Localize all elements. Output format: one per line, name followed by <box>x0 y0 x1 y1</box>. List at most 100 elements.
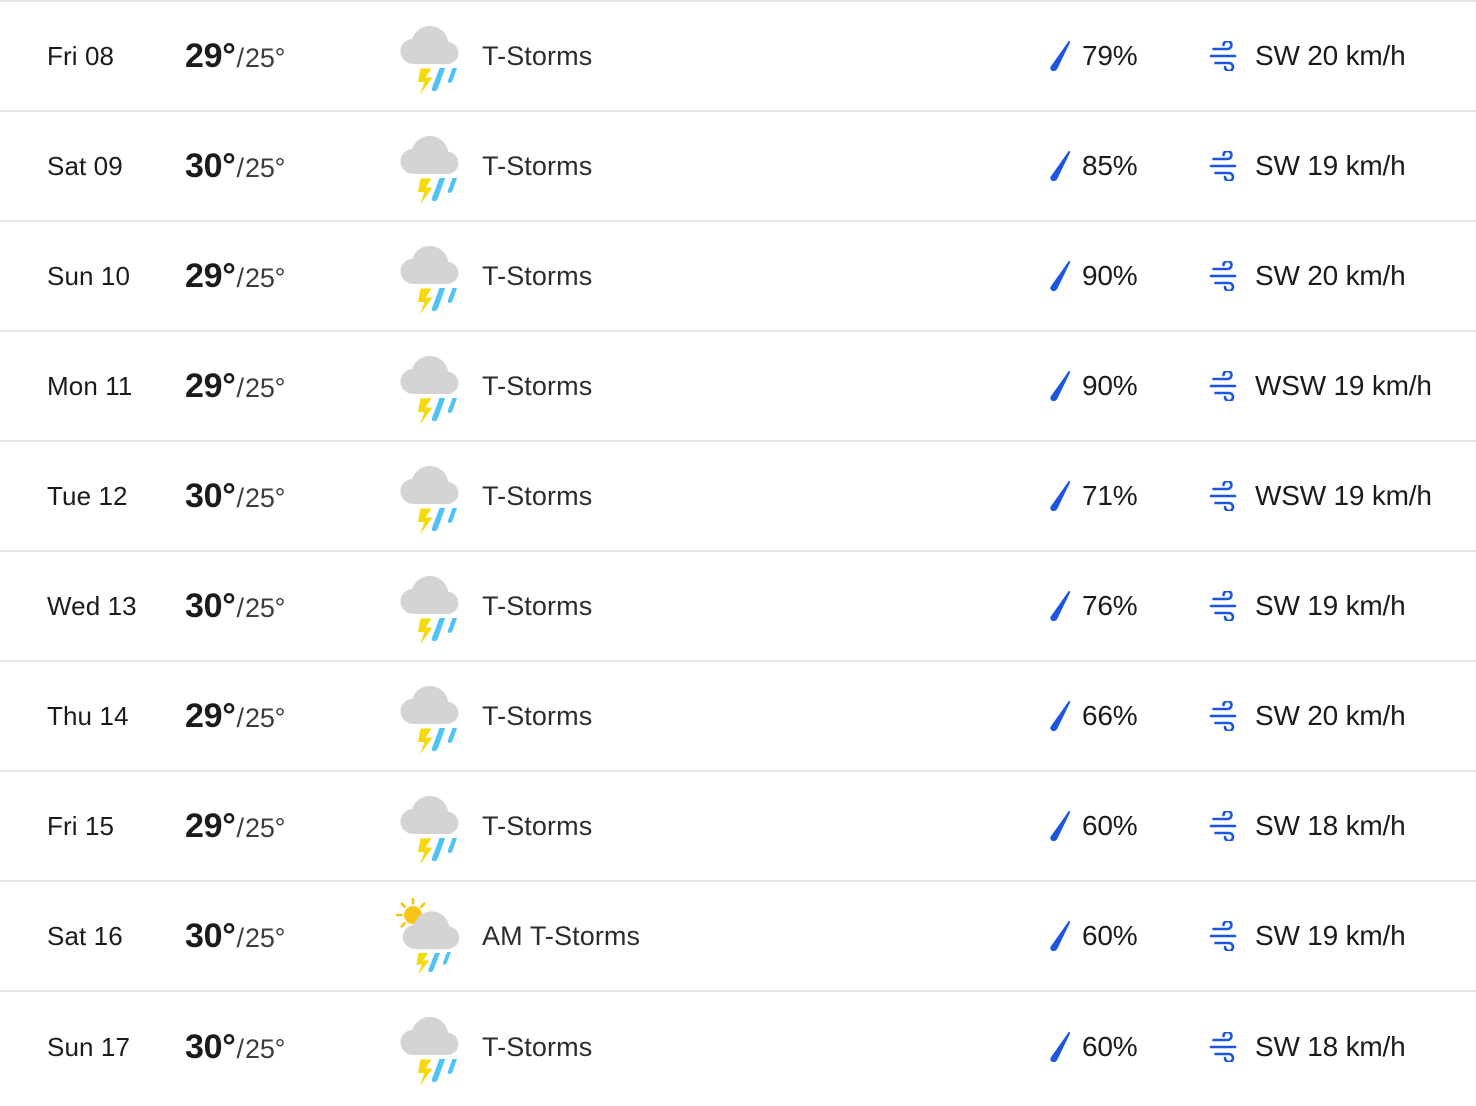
forecast-row[interactable]: Sun 17 30° / 25° T-Storms 60% SW 18 km/h <box>0 992 1476 1102</box>
forecast-precipitation: 76% <box>1046 586 1206 626</box>
raindrop-icon <box>1046 146 1076 186</box>
thunderstorm-icon <box>390 15 468 97</box>
forecast-temperature: 30° / 25° <box>185 1028 390 1067</box>
thunderstorm-icon <box>390 675 468 757</box>
forecast-temperature: 29° / 25° <box>185 367 390 406</box>
forecast-wind: WSW 19 km/h <box>1206 366 1476 406</box>
wind-value: SW 18 km/h <box>1255 810 1406 841</box>
precipitation-value: 76% <box>1082 590 1138 621</box>
condition-label: T-Storms <box>482 480 593 511</box>
temperature-separator: / <box>236 1033 245 1064</box>
forecast-row[interactable]: Sun 10 29° / 25° T-Storms 90% SW 20 km/h <box>0 222 1476 332</box>
temperature-separator: / <box>236 42 245 73</box>
forecast-row[interactable]: Sat 09 30° / 25° T-Storms 85% SW 19 km/h <box>0 112 1476 222</box>
temperature-separator: / <box>236 812 245 843</box>
temperature-low: 25° <box>245 482 286 513</box>
forecast-condition: AM T-Storms <box>390 895 1046 977</box>
raindrop-icon <box>1046 806 1076 846</box>
temperature-low: 25° <box>245 812 286 843</box>
wind-value: SW 19 km/h <box>1255 920 1406 951</box>
precipitation-value: 71% <box>1082 480 1138 511</box>
forecast-condition: T-Storms <box>390 455 1046 537</box>
wind-icon <box>1206 806 1246 846</box>
condition-label: T-Storms <box>482 590 593 621</box>
temperature-separator: / <box>236 372 245 403</box>
condition-label: T-Storms <box>482 370 593 401</box>
temperature-low: 25° <box>245 1033 286 1064</box>
forecast-condition: T-Storms <box>390 1006 1046 1088</box>
forecast-temperature: 29° / 25° <box>185 697 390 736</box>
forecast-precipitation: 71% <box>1046 476 1206 516</box>
forecast-condition: T-Storms <box>390 675 1046 757</box>
wind-icon <box>1206 916 1246 956</box>
forecast-day-label: Fri 08 <box>47 40 115 71</box>
temperature-high: 30° <box>185 586 236 625</box>
forecast-precipitation: 66% <box>1046 696 1206 736</box>
wind-icon <box>1206 36 1246 76</box>
forecast-wind: SW 20 km/h <box>1206 696 1476 736</box>
forecast-row[interactable]: Fri 15 29° / 25° T-Storms 60% SW 18 km/h <box>0 772 1476 882</box>
forecast-row[interactable]: Sat 16 30° / 25° AM T-Storms 60% SW 19 k… <box>0 882 1476 992</box>
forecast-temperature: 29° / 25° <box>185 37 390 76</box>
thunderstorm-icon <box>390 1006 468 1088</box>
temperature-high: 29° <box>185 36 236 75</box>
temperature-low: 25° <box>245 42 286 73</box>
condition-label: T-Storms <box>482 40 593 71</box>
temperature-separator: / <box>236 262 245 293</box>
forecast-day-label: Mon 11 <box>47 370 133 401</box>
forecast-temperature: 30° / 25° <box>185 477 390 516</box>
raindrop-icon <box>1046 1027 1076 1067</box>
forecast-wind: SW 19 km/h <box>1206 916 1476 956</box>
forecast-condition: T-Storms <box>390 345 1046 427</box>
wind-icon <box>1206 586 1246 626</box>
forecast-row[interactable]: Tue 12 30° / 25° T-Storms 71% WSW 19 km/… <box>0 442 1476 552</box>
precipitation-value: 66% <box>1082 700 1138 731</box>
raindrop-icon <box>1046 256 1076 296</box>
forecast-row[interactable]: Wed 13 30° / 25° T-Storms 76% SW 19 km/h <box>0 552 1476 662</box>
thunderstorm-icon <box>390 345 468 427</box>
temperature-low: 25° <box>245 922 286 953</box>
temperature-high: 29° <box>185 366 236 405</box>
temperature-high: 29° <box>185 256 236 295</box>
condition-label: T-Storms <box>482 1031 593 1062</box>
condition-label: T-Storms <box>482 150 593 181</box>
condition-label: T-Storms <box>482 810 593 841</box>
forecast-wind: SW 19 km/h <box>1206 586 1476 626</box>
forecast-day-label: Sun 10 <box>47 260 131 291</box>
temperature-separator: / <box>236 702 245 733</box>
forecast-day-label: Tue 12 <box>47 480 128 511</box>
forecast-temperature: 30° / 25° <box>185 917 390 956</box>
temperature-high: 30° <box>185 476 236 515</box>
temperature-high: 29° <box>185 696 236 735</box>
forecast-temperature: 30° / 25° <box>185 587 390 626</box>
wind-value: WSW 19 km/h <box>1255 480 1432 511</box>
temperature-high: 29° <box>185 806 236 845</box>
wind-value: SW 18 km/h <box>1255 1031 1406 1062</box>
temperature-low: 25° <box>245 262 286 293</box>
forecast-row[interactable]: Thu 14 29° / 25° T-Storms 66% SW 20 km/h <box>0 662 1476 772</box>
temperature-low: 25° <box>245 152 286 183</box>
forecast-wind: SW 20 km/h <box>1206 36 1476 76</box>
temperature-separator: / <box>236 482 245 513</box>
forecast-precipitation: 90% <box>1046 256 1206 296</box>
forecast-day-label: Wed 13 <box>47 590 137 621</box>
forecast-precipitation: 85% <box>1046 146 1206 186</box>
forecast-row[interactable]: Mon 11 29° / 25° T-Storms 90% WSW 19 km/… <box>0 332 1476 442</box>
forecast-wind: SW 19 km/h <box>1206 146 1476 186</box>
wind-icon <box>1206 696 1246 736</box>
precipitation-value: 85% <box>1082 150 1138 181</box>
temperature-low: 25° <box>245 372 286 403</box>
thunderstorm-icon <box>390 455 468 537</box>
forecast-wind: WSW 19 km/h <box>1206 476 1476 516</box>
forecast-day-label: Sat 09 <box>47 150 123 181</box>
raindrop-icon <box>1046 916 1076 956</box>
precipitation-value: 60% <box>1082 810 1138 841</box>
thunderstorm-icon <box>390 565 468 647</box>
condition-label: AM T-Storms <box>482 920 641 951</box>
forecast-wind: SW 20 km/h <box>1206 256 1476 296</box>
precipitation-value: 90% <box>1082 370 1138 401</box>
forecast-row[interactable]: Fri 08 29° / 25° T-Storms 79% SW 20 km/h <box>0 2 1476 112</box>
thunderstorm-icon <box>390 785 468 867</box>
raindrop-icon <box>1046 36 1076 76</box>
forecast-temperature: 30° / 25° <box>185 147 390 186</box>
